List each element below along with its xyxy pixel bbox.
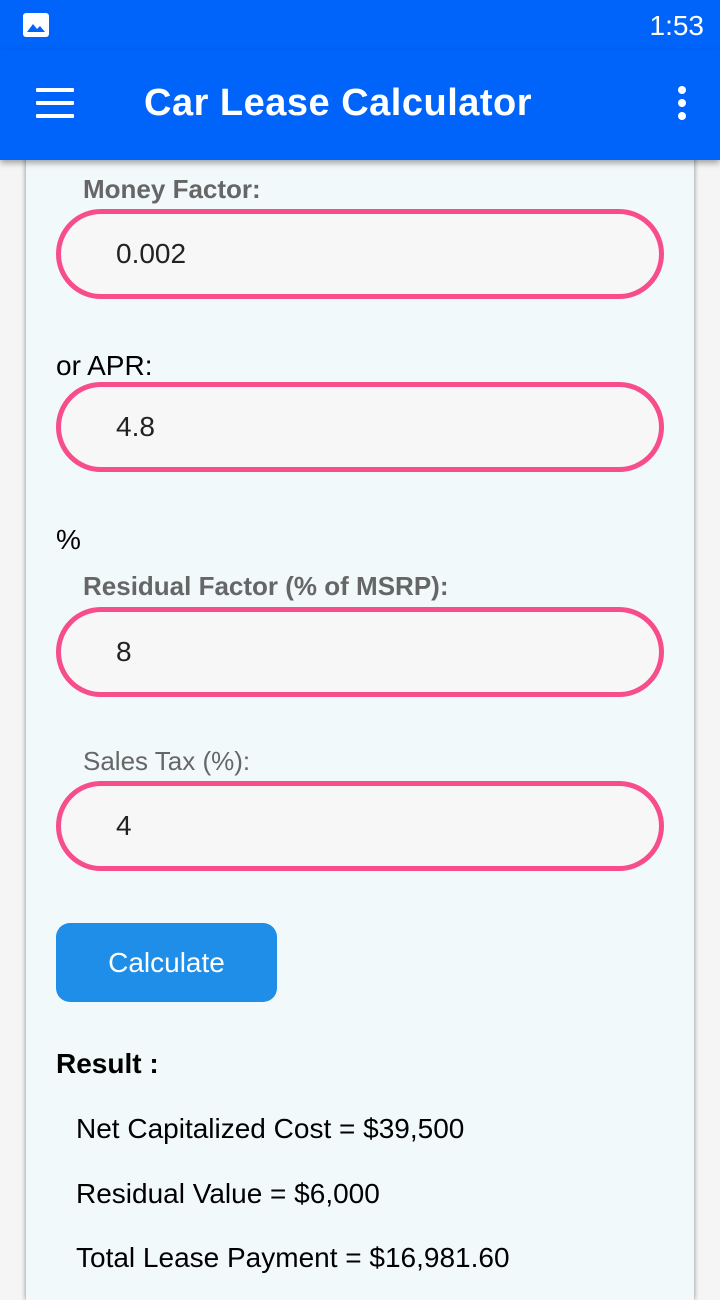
more-vert-icon[interactable] — [676, 86, 688, 126]
app-title: Car Lease Calculator — [144, 82, 533, 124]
apr-input[interactable] — [56, 382, 664, 472]
hamburger-menu-icon[interactable] — [36, 88, 76, 120]
app-bar: Car Lease Calculator — [0, 50, 720, 160]
result-net-capitalized-cost: Net Capitalized Cost = $39,500 — [76, 1113, 465, 1144]
sales-tax-label: Sales Tax (%): — [83, 746, 251, 776]
apr-label: or APR: — [56, 350, 153, 381]
result-residual-value: Residual Value = $6,000 — [76, 1178, 380, 1209]
apr-percent-suffix: % — [56, 524, 81, 555]
money-factor-label: Money Factor: — [83, 174, 261, 204]
status-time: 1:53 — [649, 10, 705, 41]
result-title: Result : — [56, 1048, 159, 1079]
calculator-card: Money Factor: or APR: % Residual Factor … — [26, 140, 694, 1300]
status-bar: 1:53 — [0, 0, 720, 50]
result-total-lease-payment: Total Lease Payment = $16,981.60 — [76, 1242, 510, 1273]
sales-tax-input[interactable] — [56, 781, 664, 871]
residual-factor-label: Residual Factor (% of MSRP): — [83, 571, 449, 601]
residual-factor-input[interactable] — [56, 607, 664, 697]
image-icon — [23, 13, 49, 37]
money-factor-input[interactable] — [56, 209, 664, 299]
calculate-button[interactable]: Calculate — [56, 923, 277, 1002]
